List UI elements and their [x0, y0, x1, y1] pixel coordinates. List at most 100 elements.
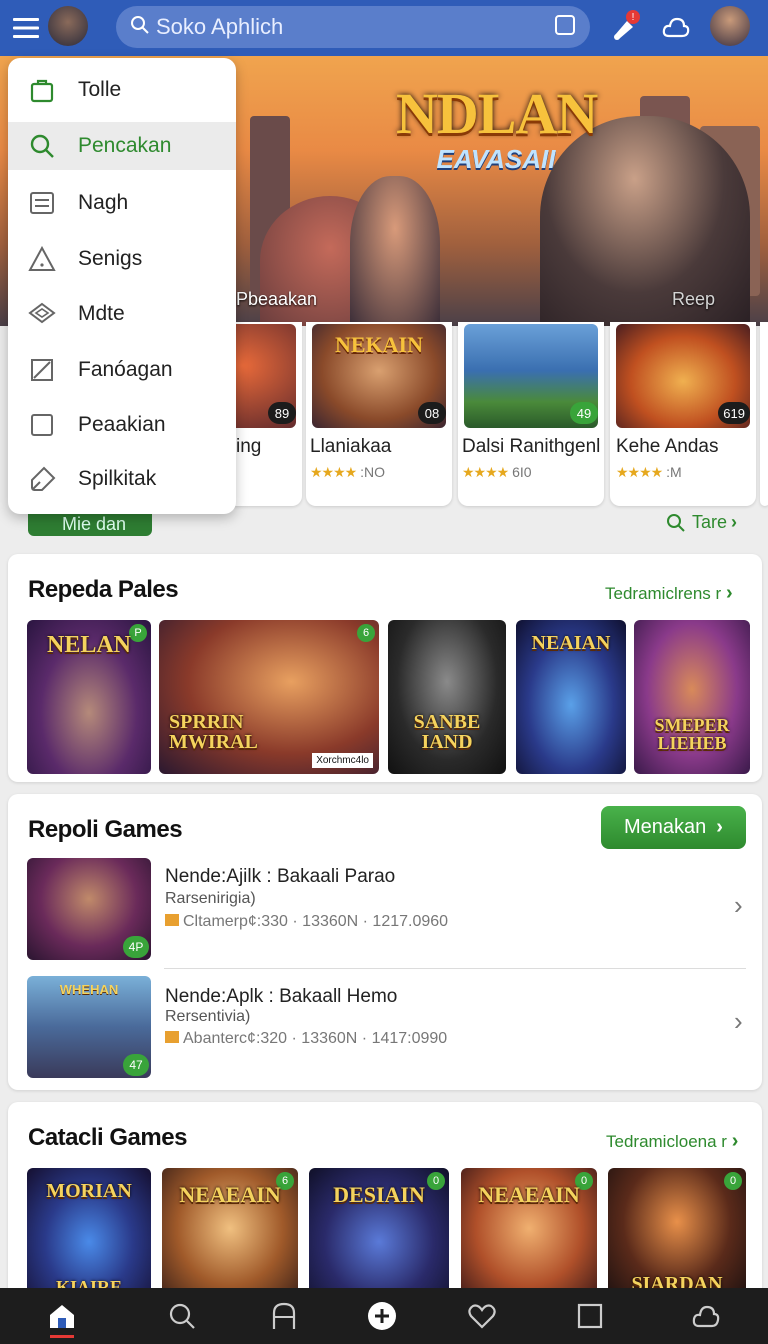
profile-avatar[interactable]	[710, 6, 750, 46]
section-catacli-games: Catacli Games Tedramicloena r › MORIAN K…	[8, 1102, 762, 1302]
drawer-item-label: Tolle	[78, 78, 122, 101]
tile-badge: 0	[724, 1172, 742, 1190]
list-icon	[28, 189, 56, 217]
game-name: Dalsi Ranithgenl	[462, 436, 601, 457]
drawer-item-label: Peaakian	[78, 413, 166, 436]
menu-icon[interactable]	[6, 8, 46, 48]
game-tile[interactable]: SANBE IAND	[388, 620, 506, 774]
game-tile[interactable]: 0 NEAEAIN	[461, 1168, 597, 1302]
game-card[interactable]: NEKAIN 08 Llaniakaa ★★★★ :NO	[306, 322, 452, 506]
chevron-right-icon: ›	[731, 512, 738, 532]
game-rating: ★★★★ :NO	[310, 464, 385, 480]
drawer-item-nagh[interactable]: Nagh	[8, 179, 236, 227]
search-bar[interactable]	[116, 6, 590, 48]
heart-icon	[468, 1304, 496, 1329]
drawer-item-pencakan[interactable]: Pencakan	[8, 122, 236, 170]
section-repoli-games: Repoli Games Menakan › 4P Nende:Ajilk : …	[8, 794, 762, 1090]
nav-library[interactable]	[254, 1288, 314, 1344]
game-tile[interactable]: NEAIAN	[516, 620, 626, 774]
hero-caption-left: Pbeaakan	[236, 289, 318, 309]
menakan-button[interactable]: Menakan ›	[601, 806, 746, 849]
drawer-item-tolle[interactable]: Tolle	[8, 66, 236, 114]
list-item-subtitle: Rarsenirigia)	[165, 890, 256, 907]
drawer-item-label: Spilkitak	[78, 467, 157, 490]
game-badge: 619	[718, 402, 750, 424]
tare-link[interactable]: Tare ›	[666, 512, 737, 533]
search-icon	[130, 15, 150, 40]
top-app-bar: !	[0, 0, 768, 56]
game-name: Llaniakaa	[310, 436, 392, 457]
tile-title: NEAEAIN	[179, 1182, 281, 1207]
list-item-meta: Abanterc¢:320 · 13360N · 1417:0990	[165, 1030, 447, 1048]
drawer-item-senigs[interactable]: Senigs	[8, 235, 236, 283]
chevron-right-icon: ›	[716, 816, 723, 838]
list-item-title: Nende:Aplk : Bakaall Hemo	[165, 986, 398, 1007]
chevron-right-icon: ›	[734, 1006, 743, 1036]
game-tile[interactable]: P NELAN	[27, 620, 151, 774]
nav-add[interactable]	[352, 1288, 412, 1344]
game-badge: 49	[570, 402, 598, 424]
tile-title: DESIAIN	[333, 1182, 425, 1207]
chevron-right-icon: ›	[731, 1130, 739, 1152]
section-see-all-link[interactable]: Tedramicloena r ›	[606, 1130, 738, 1153]
tare-link-label: Tare	[692, 512, 728, 532]
list-item-thumbnail: 4P	[27, 858, 151, 960]
list-divider	[164, 968, 746, 969]
ticket-icon	[165, 1031, 179, 1043]
drawer-item-fanoagan[interactable]: Fanóagan	[8, 346, 236, 394]
game-card[interactable]: 49 Dalsi Ranithgenl ★★★★ 6I0	[458, 322, 604, 506]
tag-icon	[28, 465, 56, 493]
user-avatar[interactable]	[48, 6, 88, 46]
chevron-right-icon: ›	[734, 890, 743, 920]
list-item[interactable]: WHEHAN 47 Nende:Aplk : Bakaall Hemo Rers…	[8, 972, 762, 1084]
plus-circle-icon	[368, 1302, 396, 1330]
list-item-thumb-title: WHEHAN	[59, 982, 119, 997]
game-tile[interactable]: SMEPER LIEHEB	[634, 620, 750, 774]
drawer-item-spilkitak[interactable]: Spilkitak	[8, 455, 236, 503]
list-item-badge: 4P	[123, 936, 149, 958]
search-input[interactable]	[156, 14, 554, 40]
tile-badge: 6	[357, 624, 375, 642]
tile-title: SMEPER LIEHEB	[654, 715, 730, 753]
game-tile[interactable]: 6 NEAEAIN	[162, 1168, 298, 1302]
drawer-item-mdte[interactable]: Mdte	[8, 290, 236, 338]
chevron-right-icon: ›	[725, 582, 733, 604]
list-item-badge: 47	[123, 1054, 149, 1076]
scan-icon[interactable]	[554, 14, 576, 41]
game-badge: 08	[418, 402, 446, 424]
list-item-thumbnail: WHEHAN 47	[27, 976, 151, 1078]
hero-caption-right: Reep	[672, 289, 716, 309]
cloud-icon[interactable]	[656, 8, 696, 48]
game-tile[interactable]: 0 DESIAIN	[309, 1168, 449, 1302]
nav-search[interactable]	[152, 1288, 212, 1344]
nav-home[interactable]	[32, 1288, 92, 1344]
cloud-icon	[692, 1305, 720, 1328]
section-title: Repoli Games	[28, 816, 183, 843]
list-item[interactable]: 4P Nende:Ajilk : Bakaali Parao Rarseniri…	[8, 854, 762, 966]
tile-title: NEAEAIN	[478, 1182, 580, 1207]
tile-title: NELAN	[46, 632, 131, 658]
drawer-item-label: Senigs	[78, 247, 143, 270]
bag-icon	[28, 76, 56, 104]
layers-icon	[28, 300, 56, 328]
game-name: ing	[236, 436, 262, 457]
active-indicator	[50, 1335, 74, 1338]
section-repeda-pales: Repeda Pales Tedramiclrens r › P NELAN 6…	[8, 554, 762, 782]
nav-cloud[interactable]	[676, 1288, 736, 1344]
game-thumb-title: NEKAIN	[334, 332, 423, 357]
drawer-item-peaakian[interactable]: Peaakian	[8, 401, 236, 449]
menakan-button-label: Menakan	[624, 816, 707, 838]
tile-title: SANBE IAND	[413, 711, 481, 753]
notification-icon[interactable]: !	[604, 8, 644, 48]
nav-favorites[interactable]	[452, 1288, 512, 1344]
game-tile[interactable]: 6 SPRRIN MWIRAL Xorchmc4lo	[159, 620, 379, 774]
game-tile[interactable]: 0 SIARDAN	[608, 1168, 746, 1302]
list-item-title: Nende:Ajilk : Bakaali Parao	[165, 866, 396, 887]
section-see-all-link[interactable]: Tedramiclrens r ›	[605, 582, 733, 605]
drawer-item-label: Fanóagan	[78, 358, 173, 381]
nav-tabs[interactable]	[560, 1288, 620, 1344]
game-card[interactable]: 619 Kehe Andas ★★★★ :M	[610, 322, 756, 506]
drawer-item-label: Nagh	[78, 191, 129, 214]
home-icon	[50, 1305, 74, 1328]
game-tile[interactable]: MORIAN KIAIRE	[27, 1168, 151, 1302]
